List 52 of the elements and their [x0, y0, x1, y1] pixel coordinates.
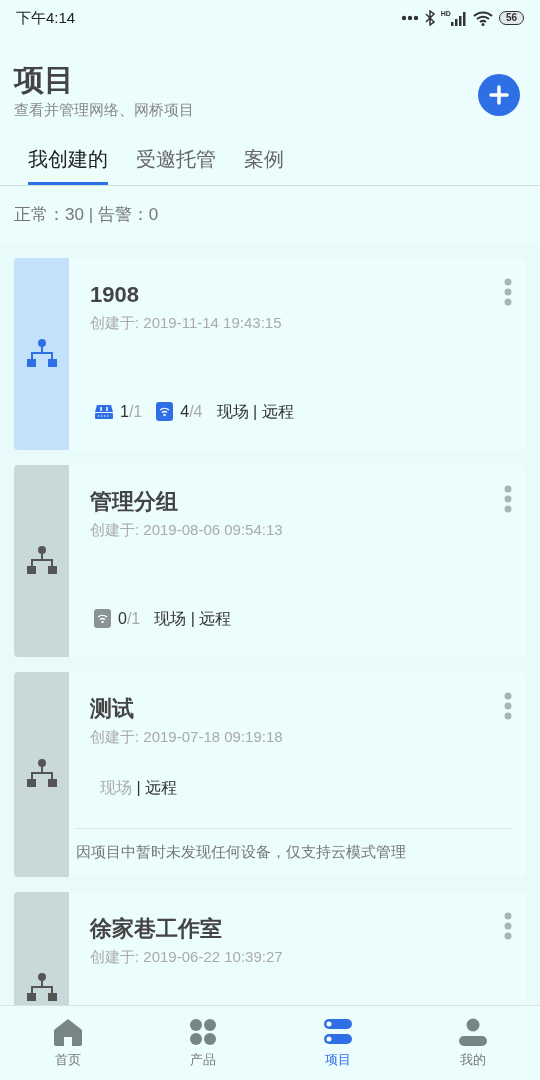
nav-tab[interactable]: 我的 — [405, 1006, 540, 1080]
nav-tab[interactable]: 首页 — [0, 1006, 135, 1080]
network-tree-icon — [25, 544, 58, 577]
access-modes: 现场 | 远程 — [154, 608, 232, 629]
kebab-icon — [504, 691, 512, 720]
more-menu-button[interactable] — [504, 912, 512, 940]
status-summary: 正常：30 | 告警：0 — [14, 205, 159, 224]
created-date: 创建于: 2019-08-06 09:54:13 — [90, 519, 283, 540]
project-name: 1908 — [90, 280, 140, 309]
home-icon — [52, 1018, 83, 1046]
page-subtitle: 查看并管理网络、网桥项目 — [14, 100, 194, 120]
created-date: 创建于: 2019-07-18 09:19:18 — [90, 726, 283, 747]
add-button[interactable] — [478, 74, 520, 116]
device-count: 0/1 — [118, 608, 141, 629]
project-name: 徐家巷工作室 — [90, 915, 223, 943]
nav-tab[interactable]: 项目 — [270, 1006, 405, 1080]
nav-tab[interactable]: 产品 — [135, 1006, 270, 1080]
tab[interactable]: 受邀托管 — [136, 144, 216, 185]
signal-icon — [450, 12, 467, 26]
more-menu-button[interactable] — [504, 484, 512, 513]
project-card[interactable]: 徐家巷工作室 创建于: 2019-06-22 10:39:27 — [14, 892, 526, 1005]
page-title: 项目 — [14, 62, 75, 98]
access-modes: 现场 | 远程 — [216, 401, 294, 422]
more-menu-button[interactable] — [504, 691, 512, 720]
network-tree-icon — [25, 972, 58, 1004]
created-date: 创建于: 2019-11-14 19:43:15 — [90, 312, 282, 333]
created-date: 创建于: 2019-06-22 10:39:27 — [90, 947, 283, 967]
network-tree-icon — [25, 337, 58, 370]
project-name: 测试 — [90, 694, 135, 723]
battery-indicator: 56 — [498, 11, 524, 25]
tab[interactable]: 案例 — [244, 144, 284, 185]
device-count: 1/1 — [120, 401, 143, 422]
status-time: 下午4:14 — [16, 7, 76, 28]
kebab-icon — [504, 484, 512, 513]
user-icon — [458, 1018, 487, 1046]
more-dots-icon — [400, 15, 419, 21]
wifi-icon — [472, 10, 493, 26]
kebab-icon — [504, 277, 512, 306]
kebab-icon — [504, 912, 512, 940]
project-card[interactable]: 管理分组 创建于: 2019-08-06 09:54:13 0/1 现场 | 远程 — [14, 464, 526, 657]
project-note: 因项目中暂时未发现任何设备，仅支持云模式管理 — [76, 841, 407, 862]
plus-icon — [489, 85, 509, 105]
more-menu-button[interactable] — [504, 277, 512, 306]
four-dots-icon — [188, 1018, 217, 1046]
device-count: 4/4 — [180, 401, 203, 422]
project-card[interactable]: 测试 创建于: 2019-07-18 09:19:18 现场 | 远程 因项目中暂时未发现任何设备，仅支持云模式管理 — [14, 671, 526, 877]
project-card[interactable]: 1908 创建于: 2019-11-14 19:43:15 1/1 4/4 现场 | 远程 — [14, 257, 526, 450]
list-toggle-icon — [323, 1018, 352, 1046]
tab[interactable]: 我创建的 — [28, 144, 108, 185]
access-modes: 现场 | 远程 — [100, 777, 178, 798]
bluetooth-icon — [424, 10, 435, 26]
project-name: 管理分组 — [90, 487, 179, 516]
